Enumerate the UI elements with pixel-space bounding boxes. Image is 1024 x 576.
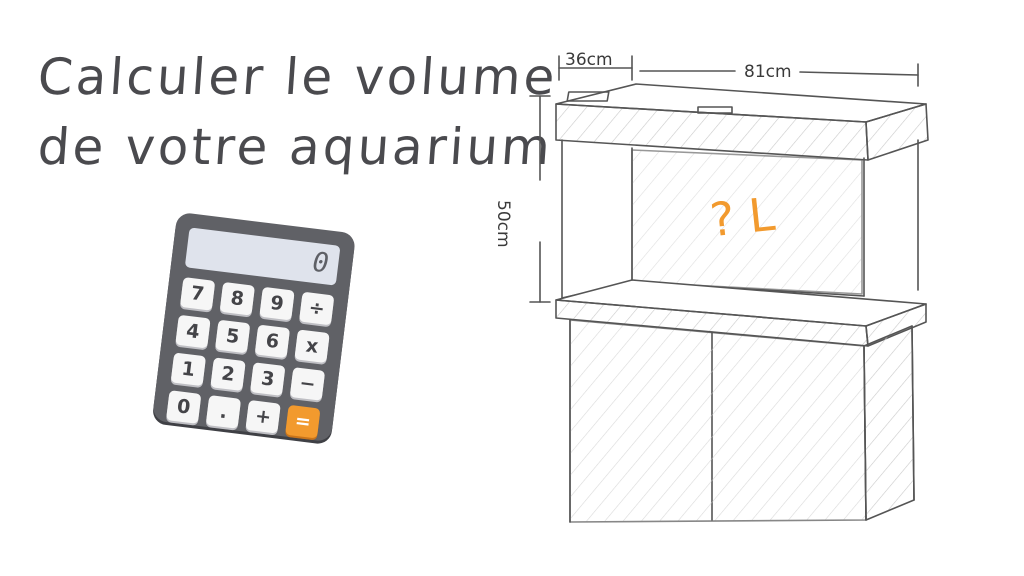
volume-question-label: ? L xyxy=(707,186,778,248)
height-label: 50cm xyxy=(493,200,513,248)
stand-cabinet xyxy=(569,319,915,523)
aquarium-lid xyxy=(555,83,929,161)
width-label: 81cm xyxy=(744,62,792,82)
height-dimension-line xyxy=(529,95,551,303)
depth-label: 36cm xyxy=(565,50,613,70)
aquarium-sketch xyxy=(529,55,929,523)
